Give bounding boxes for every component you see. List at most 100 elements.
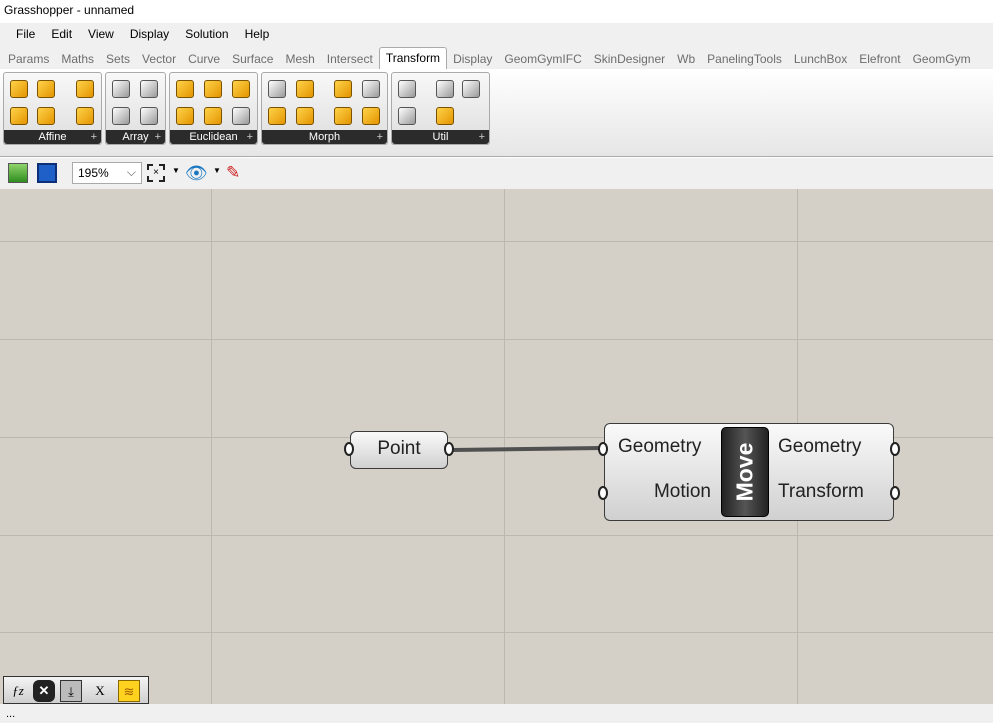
- expand-icon[interactable]: +: [91, 130, 97, 144]
- tab-params[interactable]: Params: [2, 45, 55, 69]
- dropdown-arrow-icon[interactable]: ▼: [172, 166, 180, 175]
- tab-display[interactable]: Display: [447, 45, 498, 69]
- output-grip[interactable]: [890, 486, 900, 500]
- tab-wb[interactable]: Wb: [671, 45, 701, 69]
- input-motion[interactable]: Motion: [654, 481, 711, 503]
- tab-maths[interactable]: Maths: [55, 45, 100, 69]
- mirror-icon[interactable]: [176, 80, 194, 98]
- tab-intersect[interactable]: Intersect: [321, 45, 379, 69]
- rotate-axis-icon[interactable]: [232, 107, 250, 125]
- move-component[interactable]: Geometry Motion Move Geometry Transform: [598, 423, 900, 521]
- zoom-select[interactable]: 195% ⌵: [72, 162, 142, 184]
- tab-geomgymifc[interactable]: GeomGymIFC: [498, 45, 587, 69]
- save-icon[interactable]: [37, 163, 57, 183]
- transform-matrix-icon[interactable]: [462, 80, 480, 98]
- group-morph: Morph +: [261, 72, 388, 145]
- canvas-toolbar: 195% ⌵ × ▼ 👁 ▼ ✎: [0, 158, 993, 189]
- tab-geomgym[interactable]: GeomGym: [907, 45, 977, 69]
- map-to-surface-icon[interactable]: [334, 107, 352, 125]
- group-util: Util +: [391, 72, 490, 145]
- rotate-3d-icon[interactable]: [232, 80, 250, 98]
- polar-array-icon[interactable]: [140, 80, 158, 98]
- orient-icon[interactable]: [204, 80, 222, 98]
- group-array: Array +: [105, 72, 166, 145]
- tab-sets[interactable]: Sets: [100, 45, 136, 69]
- wire[interactable]: [451, 446, 603, 452]
- shear-angle-icon[interactable]: [37, 107, 55, 125]
- input-grip[interactable]: [598, 486, 608, 500]
- tab-mesh[interactable]: Mesh: [279, 45, 320, 69]
- output-transform[interactable]: Transform: [778, 481, 864, 503]
- transform-icon[interactable]: [436, 107, 454, 125]
- disable-icon[interactable]: ✕: [33, 680, 55, 702]
- expand-icon[interactable]: +: [377, 130, 383, 144]
- group-label: Util: [392, 130, 489, 144]
- zoom-value: 195%: [78, 166, 109, 180]
- compound-icon[interactable]: [398, 80, 416, 98]
- menu-view[interactable]: View: [80, 23, 122, 45]
- group-euclidean: Euclidean +: [169, 72, 258, 145]
- menu-edit[interactable]: Edit: [43, 23, 80, 45]
- component-name: Move: [731, 442, 758, 502]
- menu-help[interactable]: Help: [237, 23, 278, 45]
- tab-skindesigner[interactable]: SkinDesigner: [588, 45, 671, 69]
- input-grip[interactable]: [598, 442, 608, 456]
- input-grip[interactable]: [344, 442, 354, 456]
- scale-nu-icon[interactable]: [76, 80, 94, 98]
- expand-icon[interactable]: +: [479, 130, 485, 144]
- expand-icon[interactable]: +: [155, 130, 161, 144]
- box-morph-icon[interactable]: [296, 80, 314, 98]
- component-label: Point: [377, 438, 421, 459]
- surface-morph-icon[interactable]: [296, 107, 314, 125]
- point-component[interactable]: Point: [344, 431, 454, 469]
- canvas[interactable]: Point Geometry Motion Move Geometry Tran…: [0, 189, 993, 704]
- tab-surface[interactable]: Surface: [226, 45, 279, 69]
- group-label: Morph: [262, 130, 387, 144]
- curve-array-icon[interactable]: [112, 80, 130, 98]
- menu-solution[interactable]: Solution: [177, 23, 236, 45]
- rotate-icon[interactable]: [204, 107, 222, 125]
- tab-panelingtools[interactable]: PanelingTools: [701, 45, 788, 69]
- zui-icon[interactable]: ƒz: [7, 680, 29, 702]
- open-file-icon[interactable]: [8, 163, 28, 183]
- menu-display[interactable]: Display: [122, 23, 177, 45]
- project-icon[interactable]: [76, 107, 94, 125]
- scale-icon[interactable]: [10, 80, 28, 98]
- group-label: Affine: [4, 130, 101, 144]
- input-geometry[interactable]: Geometry: [618, 436, 701, 458]
- ribbon: Affine + Array + Euclidean + Morph + Util +: [0, 69, 993, 157]
- output-grip[interactable]: [890, 442, 900, 456]
- menu-file[interactable]: File: [8, 23, 43, 45]
- chevron-down-icon: ⌵: [126, 165, 136, 179]
- tab-curve[interactable]: Curve: [182, 45, 226, 69]
- tab-transform[interactable]: Transform: [378, 47, 448, 69]
- camera-obscura-icon[interactable]: [268, 107, 286, 125]
- eye-icon[interactable]: 👁: [185, 163, 208, 184]
- status-bar: ...: [0, 704, 993, 723]
- bend-deform-icon[interactable]: [334, 80, 352, 98]
- linear-array-icon[interactable]: [112, 107, 130, 125]
- expression-icon[interactable]: X: [89, 680, 111, 702]
- split-icon[interactable]: [436, 80, 454, 98]
- tab-elefront[interactable]: Elefront: [853, 45, 906, 69]
- flow-icon[interactable]: [362, 80, 380, 98]
- group-affine: Affine +: [3, 72, 102, 145]
- shear-icon[interactable]: [37, 80, 55, 98]
- tab-vector[interactable]: Vector: [136, 45, 182, 69]
- canvas-bottom-toolbar: ƒz ✕ ⤓ X ≋: [3, 676, 149, 704]
- inverse-icon[interactable]: [398, 107, 416, 125]
- twisted-box-icon[interactable]: [362, 107, 380, 125]
- blend-box-icon[interactable]: [268, 80, 286, 98]
- output-grip[interactable]: [444, 442, 454, 456]
- bake-icon[interactable]: ⤓: [60, 680, 82, 702]
- dropdown-arrow-icon[interactable]: ▼: [213, 166, 221, 175]
- box-mapping-icon[interactable]: [10, 107, 28, 125]
- expand-icon[interactable]: +: [247, 130, 253, 144]
- sketch-icon[interactable]: ≋: [118, 680, 140, 702]
- output-geometry[interactable]: Geometry: [778, 436, 861, 458]
- move-icon[interactable]: [176, 107, 194, 125]
- zoom-extents-icon[interactable]: ×: [147, 164, 165, 182]
- tab-lunchbox[interactable]: LunchBox: [788, 45, 853, 69]
- sketch-pen-icon[interactable]: ✎: [226, 163, 240, 183]
- rectangular-array-icon[interactable]: [140, 107, 158, 125]
